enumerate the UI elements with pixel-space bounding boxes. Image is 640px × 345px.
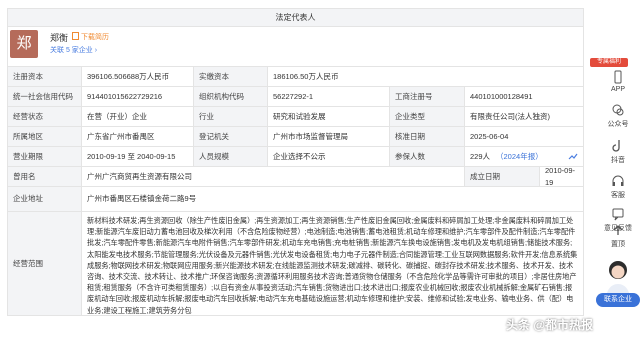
label-cell: 组织机构代码 — [194, 87, 268, 106]
douyin-icon — [612, 140, 620, 152]
table-row: 统一社会信用代码 914401015622729216 组织机构代码 56227… — [8, 87, 584, 107]
address-value: 广州市番禺区石楼镇金荷二路9号 — [82, 187, 584, 211]
label-cell: 注册资本 — [8, 67, 82, 86]
label-cell: 参保人数 — [390, 147, 465, 166]
legal-rep-name[interactable]: 郑衡 — [50, 31, 68, 44]
value-cell: 396106.506688万人民币 — [82, 67, 194, 86]
table-row: 企业地址 广州市番禺区石楼镇金荷二路9号 — [8, 187, 584, 212]
watermark: 头条 @都市热报 — [506, 318, 594, 332]
download-resume-link[interactable]: 下载简历 — [72, 32, 109, 42]
exclusive-benefit-badge[interactable]: 专属福利 — [590, 58, 628, 67]
value-cell: 2025-06-04 — [465, 127, 584, 146]
arrow-up-icon — [613, 225, 623, 235]
sidebar-item-service[interactable]: 客服 — [596, 174, 640, 200]
table-row: 曾用名 广州广汽商贸再生资源有限公司 成立日期 2010-09-19 — [8, 166, 584, 187]
sidebar-item-wechat[interactable]: 公众号 — [596, 103, 640, 129]
value-cell: 914401015622729216 — [82, 87, 194, 106]
table-row: 注册资本 396106.506688万人民币 实缴资本 186106.50万人民… — [8, 67, 584, 87]
wechat-icon — [612, 104, 624, 116]
sidebar-item-app[interactable]: APP — [596, 70, 640, 93]
label-cell: 实缴资本 — [194, 67, 268, 86]
label-cell: 成立日期 — [465, 167, 540, 186]
label-cell: 经营范围 — [8, 212, 82, 315]
label-cell: 企业类型 — [390, 107, 465, 126]
value-cell: 56227292-1 — [268, 87, 390, 106]
label-cell: 人员规模 — [194, 147, 268, 166]
value-cell: 广州广汽商贸再生资源有限公司 — [82, 167, 465, 186]
document-icon — [72, 32, 79, 40]
sidebar-item-label: 客服 — [611, 192, 625, 199]
label-cell: 工商注册号 — [390, 87, 465, 106]
insured-count: 229人 — [470, 151, 491, 161]
label-cell: 登记机关 — [194, 127, 268, 146]
label-cell: 曾用名 — [8, 167, 82, 186]
table-row: 营业期限 2010-09-19 至 2040-09-15 人员规模 企业选择不公… — [8, 147, 584, 167]
download-resume-label: 下载简历 — [80, 34, 109, 41]
value-cell: 广东省广州市番禺区 — [82, 127, 194, 146]
value-cell: 企业选择不公示 — [268, 147, 390, 166]
label-cell: 经营状态 — [8, 107, 82, 126]
sidebar-item-label: 公众号 — [607, 121, 629, 128]
headset-icon — [612, 175, 624, 186]
value-cell: 2010-09-19 至 2040-09-15 — [82, 147, 194, 166]
table-row: 经营范围 新材料技术研发;再生资源回收（除生产性废旧金属）;再生资源加工;再生资… — [8, 212, 584, 316]
trend-icon[interactable] — [568, 152, 578, 161]
sidebar-item-label: 置顶 — [611, 241, 625, 248]
sidebar-item-label: 抖音 — [611, 157, 625, 164]
contact-company-button[interactable]: 联系企业 — [596, 293, 640, 307]
phone-icon — [614, 70, 622, 84]
table-row: 所属地区 广东省广州市番禺区 登记机关 广州市市场监督管理局 核准日期 2025… — [8, 127, 584, 147]
value-cell: 440101000128491 — [465, 87, 584, 106]
label-cell: 所属地区 — [8, 127, 82, 146]
label-cell: 企业地址 — [8, 187, 82, 211]
label-cell: 行业 — [194, 107, 268, 126]
sidebar-item-top[interactable]: 置顶 — [596, 223, 640, 249]
value-cell: 广州市市场监督管理局 — [268, 127, 390, 146]
label-cell: 统一社会信用代码 — [8, 87, 82, 106]
table-row: 经营状态 在营（开业）企业 行业 研究和试验发展 企业类型 有限责任公司(法人独… — [8, 107, 584, 127]
legal-rep-header: 法定代表人 — [8, 9, 584, 27]
related-companies-link[interactable]: 关联 5 家企业 › — [50, 45, 97, 55]
value-cell: 186106.50万人民币 — [268, 67, 584, 86]
value-cell: 2010-09-19 — [540, 166, 584, 187]
business-scope-value: 新材料技术研发;再生资源回收（除生产性废旧金属）;再生资源加工;再生资源销售;生… — [82, 212, 584, 315]
value-cell: 在营（开业）企业 — [82, 107, 194, 126]
sidebar-item-label: APP — [610, 86, 625, 93]
feedback-icon — [612, 208, 624, 221]
value-cell: 有限责任公司(法人独资) — [465, 107, 584, 126]
annual-report-link[interactable]: （2024年报） — [496, 151, 543, 163]
insured-cell: 229人 （2024年报） — [465, 147, 584, 166]
label-cell: 营业期限 — [8, 147, 82, 166]
label-cell: 核准日期 — [390, 127, 465, 146]
value-cell: 研究和试验发展 — [268, 107, 390, 126]
sidebar-item-douyin[interactable]: 抖音 — [596, 139, 640, 165]
avatar: 郑 — [10, 30, 38, 58]
